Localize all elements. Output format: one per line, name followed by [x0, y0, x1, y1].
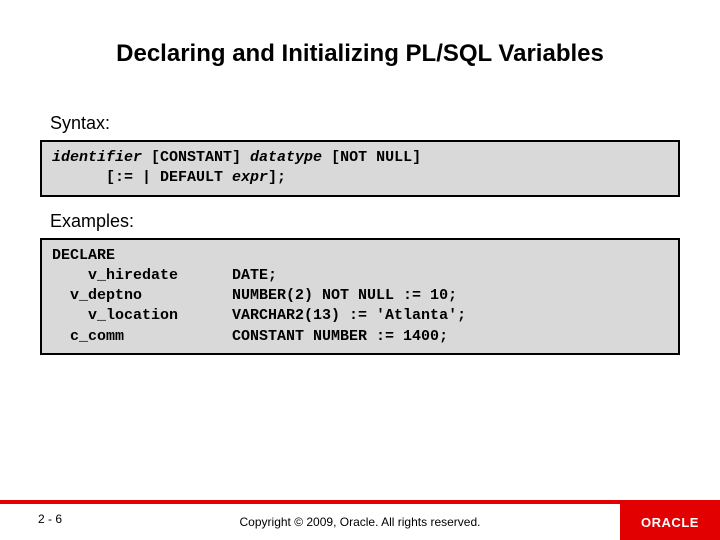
syntax-end: ];: [268, 169, 286, 186]
syntax-code-box: identifier [CONSTANT] datatype [NOT NULL…: [40, 140, 680, 197]
page-number: 2 - 6: [38, 512, 62, 526]
footer: 2 - 6 Copyright © 2009, Oracle. All righ…: [0, 500, 720, 540]
slide: Declaring and Initializing PL/SQL Variab…: [0, 0, 720, 540]
syntax-datatype: datatype: [250, 149, 322, 166]
syntax-constant: [CONSTANT]: [142, 149, 250, 166]
examples-label: Examples:: [50, 211, 680, 232]
syntax-notnull: [NOT NULL]: [322, 149, 421, 166]
syntax-expr: expr: [232, 169, 268, 186]
copyright-text: Copyright © 2009, Oracle. All rights res…: [240, 515, 481, 529]
syntax-assign: [:= | DEFAULT: [52, 169, 232, 186]
footer-content: 2 - 6 Copyright © 2009, Oracle. All righ…: [0, 504, 720, 540]
slide-title: Declaring and Initializing PL/SQL Variab…: [40, 40, 680, 68]
examples-code-box: DECLARE v_hiredate DATE; v_deptno NUMBER…: [40, 238, 680, 355]
oracle-logo: ORACLE: [620, 504, 720, 540]
syntax-label: Syntax:: [50, 113, 680, 134]
syntax-identifier: identifier: [52, 149, 142, 166]
